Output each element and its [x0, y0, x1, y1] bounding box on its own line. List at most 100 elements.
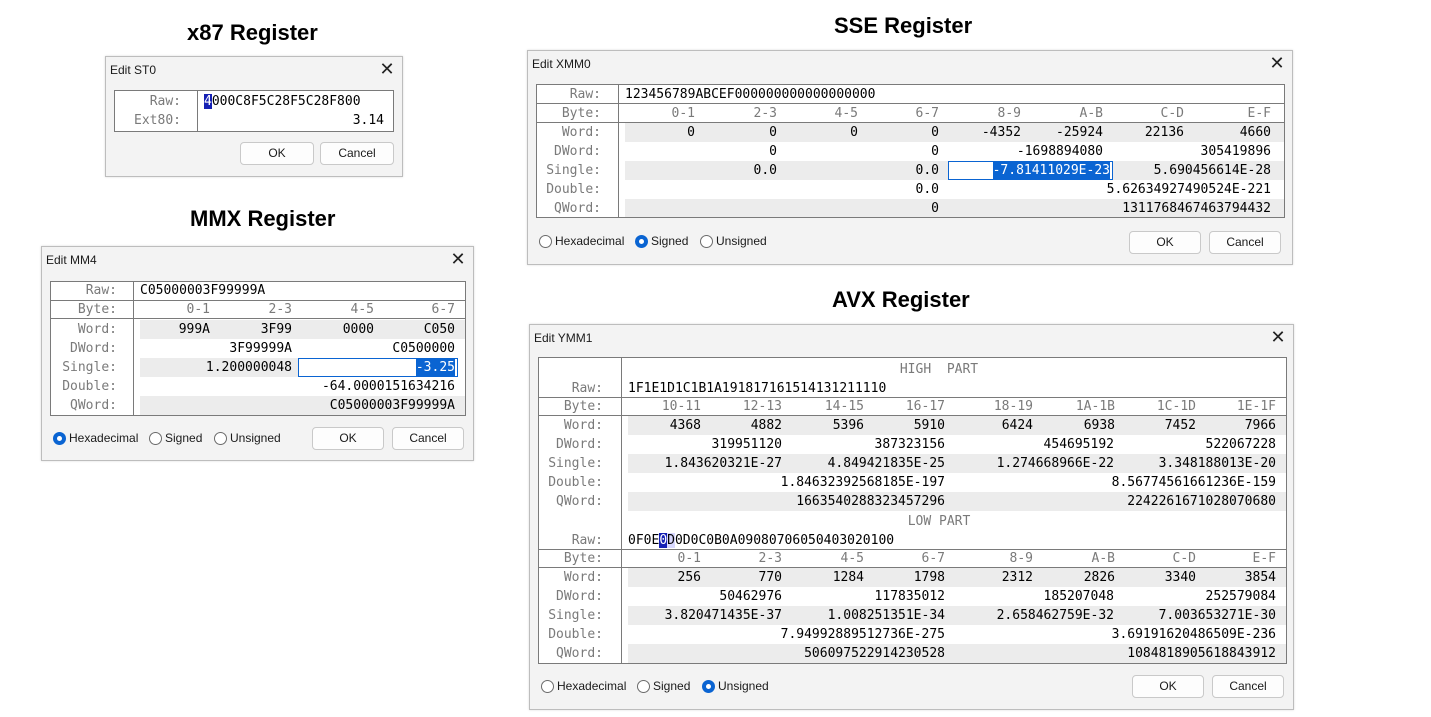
word-cell[interactable]: -25924 [1033, 123, 1103, 142]
word-cell[interactable]: 0 [707, 123, 777, 142]
double-cell[interactable]: 7.94992889512736E-275 [628, 625, 945, 644]
cancel-button[interactable]: Cancel [320, 142, 394, 165]
ok-button[interactable]: OK [312, 427, 384, 450]
close-icon[interactable]: ✕ [376, 59, 398, 81]
qword-cell[interactable]: 2242261671028070680 [960, 492, 1276, 511]
qword-cell[interactable]: C05000003F99999A [140, 396, 455, 415]
word-cell[interactable]: 256 [628, 568, 701, 587]
word-cell[interactable]: 4368 [628, 416, 701, 435]
double-cell[interactable]: 0.0 [625, 180, 939, 199]
word-cell[interactable]: 6424 [960, 416, 1033, 435]
double-cell[interactable]: 3.69191620486509E-236 [960, 625, 1276, 644]
qword-cell[interactable]: 1311768467463794432 [951, 199, 1271, 217]
qword-cell[interactable]: 0 [625, 199, 939, 217]
single-cell[interactable]: 0.0 [625, 161, 777, 180]
word-cell[interactable]: 3340 [1123, 568, 1196, 587]
dword-cell[interactable]: -1698894080 [951, 142, 1103, 161]
single-cell[interactable]: 3.348188013E-20 [1123, 454, 1276, 473]
dword-cell[interactable]: 117835012 [791, 587, 945, 606]
word-cell[interactable]: 4660 [1195, 123, 1271, 142]
word-cell[interactable]: 0 [788, 123, 858, 142]
single-cell[interactable]: 1.200000048 [140, 358, 292, 377]
raw-input[interactable]: 4000C8F5C28F5C28F800 [204, 92, 389, 111]
hexadecimal-radio[interactable]: Hexadecimal [541, 678, 626, 694]
signed-radio[interactable]: Signed [149, 430, 202, 446]
word-cell[interactable]: -4352 [951, 123, 1021, 142]
close-icon[interactable]: ✕ [447, 249, 469, 271]
word-cell[interactable]: 7966 [1203, 416, 1276, 435]
word-cell[interactable]: 0000 [304, 320, 374, 339]
qword-cell[interactable]: 506097522914230528 [628, 644, 945, 663]
signed-radio[interactable]: Signed [635, 233, 688, 249]
unsigned-radio[interactable]: Unsigned [702, 678, 769, 694]
single-edit-field[interactable]: -7.81411029E-23 [948, 161, 1113, 180]
word-cell[interactable]: 5910 [872, 416, 945, 435]
double-cell[interactable]: -64.0000151634216 [140, 377, 455, 396]
dword-label: DWord: [556, 589, 603, 604]
single-cell[interactable]: 3.820471435E-37 [628, 606, 782, 625]
single-cell[interactable]: 5.690456614E-28 [1114, 161, 1271, 180]
double-cell[interactable]: 1.84632392568185E-197 [628, 473, 945, 492]
single-cell[interactable]: 1.843620321E-27 [628, 454, 782, 473]
word-cell[interactable]: 5396 [791, 416, 864, 435]
word-cell[interactable]: 0 [869, 123, 939, 142]
word-cell[interactable]: 1798 [872, 568, 945, 587]
ok-button[interactable]: OK [1129, 231, 1201, 254]
word-cell[interactable]: 7452 [1123, 416, 1196, 435]
word-cell[interactable]: 1284 [791, 568, 864, 587]
dword-cell[interactable]: 454695192 [960, 435, 1114, 454]
close-icon[interactable]: ✕ [1266, 53, 1288, 75]
dword-cell[interactable]: 0 [625, 142, 777, 161]
word-cell[interactable]: 999A [140, 320, 210, 339]
dword-cell[interactable]: 319951120 [628, 435, 782, 454]
qword-cell[interactable]: 1663540288323457296 [628, 492, 945, 511]
byte-column-header: 12-13 [742, 399, 782, 414]
word-cell[interactable]: 2826 [1042, 568, 1115, 587]
dword-cell[interactable]: 522067228 [1123, 435, 1276, 454]
double-cell[interactable]: 5.62634927490524E-221 [951, 180, 1271, 199]
raw-input[interactable]: C05000003F99999A [140, 282, 340, 300]
dword-cell[interactable]: 305419896 [1114, 142, 1271, 161]
single-cell[interactable]: 1.008251351E-34 [791, 606, 945, 625]
unsigned-radio[interactable]: Unsigned [700, 233, 767, 249]
hexadecimal-radio[interactable]: Hexadecimal [539, 233, 624, 249]
dword-cell[interactable]: 3F99999A [140, 339, 292, 358]
qword-cell[interactable]: 1084818905618843912 [960, 644, 1276, 663]
dword-cell[interactable]: 50462976 [628, 587, 782, 606]
dword-cell[interactable]: 0 [788, 142, 939, 161]
single-cell[interactable]: 4.849421835E-25 [791, 454, 945, 473]
double-cell[interactable]: 8.56774561661236E-159 [960, 473, 1276, 492]
hexadecimal-radio[interactable]: Hexadecimal [53, 430, 138, 446]
word-cell[interactable]: 6938 [1042, 416, 1115, 435]
close-icon[interactable]: ✕ [1267, 327, 1289, 349]
word-cell[interactable]: 0 [625, 123, 695, 142]
word-cell[interactable]: 3F99 [222, 320, 292, 339]
word-label: Word: [563, 418, 603, 433]
dword-cell[interactable]: C0500000 [304, 339, 455, 358]
single-cell[interactable]: 1.274668966E-22 [960, 454, 1114, 473]
word-cell[interactable]: C050 [385, 320, 455, 339]
low-raw-input[interactable]: 0F0E0D0D0C0B0A09080706050403020100 [628, 531, 1028, 550]
cancel-button[interactable]: Cancel [1212, 675, 1284, 698]
single-cell[interactable]: 2.658462759E-32 [960, 606, 1114, 625]
signed-radio[interactable]: Signed [637, 678, 690, 694]
word-cell[interactable]: 2312 [960, 568, 1033, 587]
dword-cell[interactable]: 252579084 [1123, 587, 1276, 606]
single-cell[interactable]: 0.0 [788, 161, 939, 180]
single-edit-field[interactable]: -3.25 [298, 358, 458, 377]
ext80-value[interactable]: 3.14 [204, 111, 384, 130]
high-raw-input[interactable]: 1F1E1D1C1B1A191817161514131211110 [628, 379, 1028, 398]
word-cell[interactable]: 22136 [1114, 123, 1184, 142]
word-cell[interactable]: 770 [709, 568, 782, 587]
ok-button[interactable]: OK [1132, 675, 1204, 698]
word-cell[interactable]: 3854 [1203, 568, 1276, 587]
cancel-button[interactable]: Cancel [1209, 231, 1281, 254]
dword-cell[interactable]: 387323156 [791, 435, 945, 454]
word-cell[interactable]: 4882 [709, 416, 782, 435]
ok-button[interactable]: OK [240, 142, 314, 165]
raw-input[interactable]: 123456789ABCEF000000000000000000 [625, 85, 1025, 104]
single-cell[interactable]: 7.003653271E-30 [1123, 606, 1276, 625]
cancel-button[interactable]: Cancel [392, 427, 464, 450]
unsigned-radio[interactable]: Unsigned [214, 430, 281, 446]
dword-cell[interactable]: 185207048 [960, 587, 1114, 606]
